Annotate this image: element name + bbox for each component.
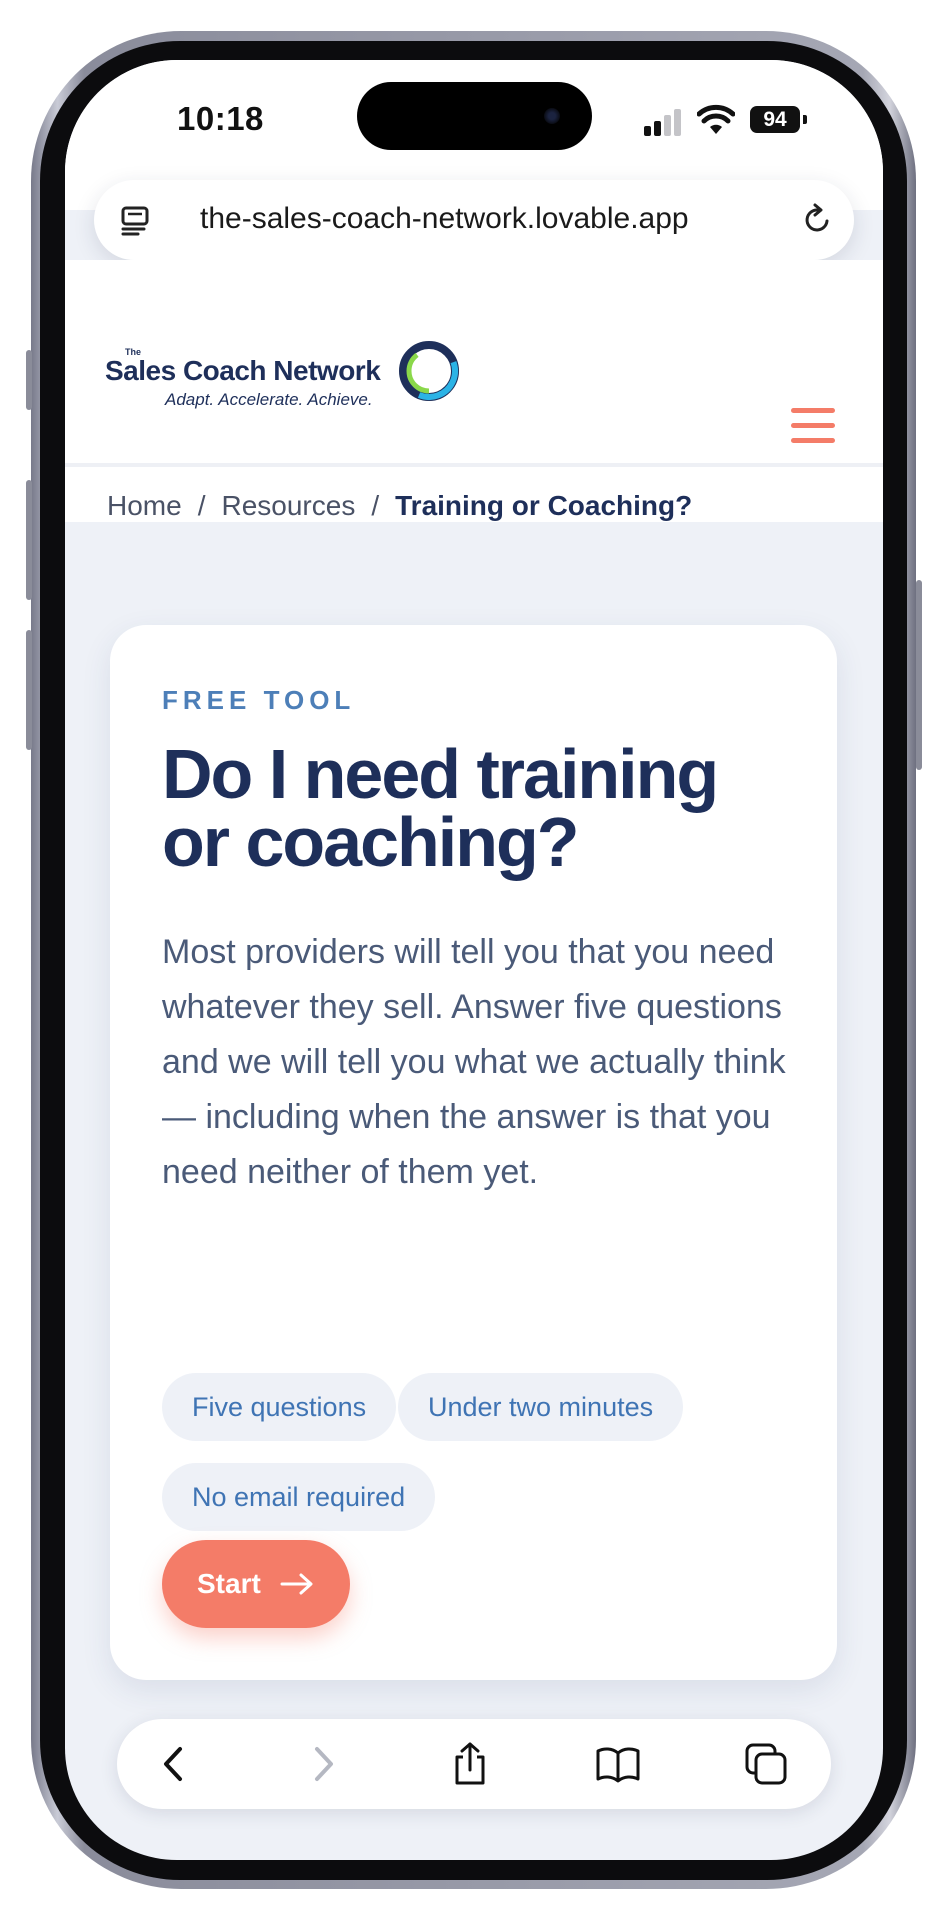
chevron-right-icon[interactable] [299, 1741, 345, 1787]
site-header: The Sales Coach Network Adapt. Accelerat… [65, 260, 883, 522]
tabs-icon[interactable] [743, 1741, 789, 1787]
action-button [26, 350, 32, 410]
power-button [916, 580, 922, 770]
arrow-right-icon [280, 1573, 313, 1595]
breadcrumb: Home / Resources / Training or Coaching? [107, 490, 692, 522]
chip-no-email: No email required [162, 1463, 436, 1531]
logo-tagline: Adapt. Accelerate. Achieve. [165, 390, 373, 409]
reload-icon[interactable] [799, 202, 835, 238]
status-time: 10:18 [177, 100, 264, 137]
screen: 10:18 94 the-sales-coach-network.lovable… [65, 60, 883, 1860]
logo-ring-icon [399, 341, 459, 401]
card-eyebrow: FREE TOOL [162, 685, 356, 715]
browser-toolbar [117, 1719, 831, 1809]
page-title: Do I need training or coaching? [162, 735, 719, 881]
bookmarks-icon[interactable] [595, 1741, 641, 1787]
cellular-signal-icon [644, 108, 684, 136]
address-bar[interactable]: the-sales-coach-network.lovable.app [94, 180, 854, 260]
page-menu-icon[interactable] [118, 202, 154, 238]
header-divider [65, 463, 883, 467]
volume-up-button [26, 480, 32, 600]
volume-down-button [26, 630, 32, 750]
battery-nub [803, 115, 807, 124]
front-camera [544, 108, 560, 124]
chevron-left-icon[interactable] [152, 1741, 198, 1787]
start-button[interactable]: Start [162, 1540, 350, 1628]
breadcrumb-separator: / [371, 490, 380, 521]
battery-level: 94 [750, 106, 800, 133]
breadcrumb-home[interactable]: Home [107, 490, 182, 521]
site-logo[interactable]: The Sales Coach Network Adapt. Accelerat… [105, 335, 485, 435]
card-description: Most providers will tell you that you ne… [162, 933, 786, 1191]
hamburger-menu-icon[interactable] [791, 408, 835, 444]
share-icon[interactable] [447, 1741, 493, 1787]
url-text[interactable]: the-sales-coach-network.lovable.app [200, 202, 689, 236]
logo-name: Sales Coach Network [105, 355, 381, 386]
breadcrumb-separator: / [197, 490, 206, 521]
tool-intro-card: FREE TOOL Do I need training or coaching… [110, 625, 837, 1680]
start-label: Start [197, 1568, 261, 1599]
breadcrumb-resources[interactable]: Resources [221, 490, 355, 521]
breadcrumb-current: Training or Coaching? [395, 490, 693, 521]
dynamic-island [357, 82, 592, 150]
chip-five-questions: Five questions [162, 1373, 397, 1441]
wifi-icon [697, 104, 735, 134]
chip-under-two-minutes: Under two minutes [398, 1373, 684, 1441]
